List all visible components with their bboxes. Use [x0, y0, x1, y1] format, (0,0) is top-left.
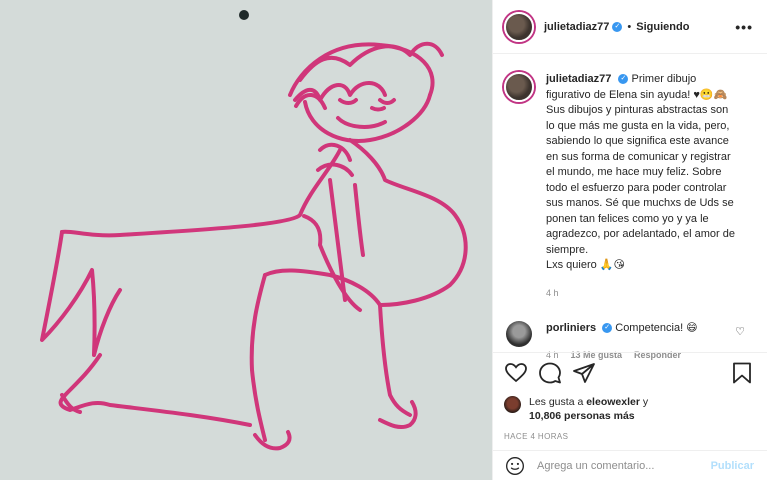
likes-text: Les gusta a eleowexler y 10,806 personas…	[529, 395, 648, 423]
caption-text: Primer dibujo	[631, 73, 697, 85]
verified-badge-icon: ✓	[618, 74, 629, 85]
caption-text: Lxs quiero 🙏😘	[546, 259, 625, 271]
avatar[interactable]	[504, 396, 521, 413]
heart-icon[interactable]	[504, 361, 528, 385]
likes-prefix: Les gusta a	[529, 396, 587, 408]
caption-text: ponen tan felices como yo y ya le	[546, 212, 709, 225]
caption-text: en sus forma de comunicar y registrar	[546, 150, 731, 163]
publish-button[interactable]: Publicar	[711, 460, 754, 472]
caption-text: lo que más me gusta en la vida, pero,	[546, 119, 730, 132]
verified-badge-icon: ✓	[612, 21, 623, 32]
comment-text: Competencia! 😄	[615, 322, 698, 334]
username-link[interactable]: julietadiaz77	[544, 21, 609, 33]
likes-middle: y	[639, 396, 649, 408]
comment-icon[interactable]	[538, 361, 562, 385]
post-sidebar: julietadiaz77 ✓ • Siguiendo ••• julietad…	[492, 0, 767, 480]
caption-text: el mundo, me hace muy feliz. Sobre	[546, 166, 722, 178]
likes-summary: Les gusta a eleowexler y 10,806 personas…	[504, 395, 754, 423]
avatar[interactable]	[506, 321, 532, 347]
separator-dot: •	[627, 20, 632, 33]
caption-timestamp: 4 h	[546, 287, 559, 298]
caption-text: figurativo de Elena sin ayuda! ♥😬🙈	[546, 88, 728, 101]
avatar[interactable]	[504, 11, 534, 42]
caption-username-link[interactable]: julietadiaz77	[546, 73, 611, 85]
emoji-icon[interactable]	[505, 456, 525, 476]
likes-count-link[interactable]: 10,806 personas más	[529, 410, 635, 422]
comment-input[interactable]	[537, 459, 711, 472]
bookmark-icon[interactable]	[730, 361, 754, 385]
child-drawing	[40, 10, 468, 451]
avatar[interactable]	[504, 72, 534, 102]
caption-text: Sus dibujos y pinturas abstractas son	[546, 104, 729, 116]
add-comment-bar: Publicar	[493, 450, 767, 480]
caption-body: julietadiaz77 ✓ Primer dibujo figurativo …	[546, 72, 753, 301]
post-image[interactable]	[0, 0, 492, 480]
caption: julietadiaz77 ✓ Primer dibujo figurativo …	[493, 54, 767, 301]
comment-like-heart-icon[interactable]: ♡	[735, 325, 745, 338]
caption-text: sus manos. Sé que muchxs de Uds se	[546, 197, 734, 209]
caption-text: sabiendo lo que significa este avance	[546, 135, 729, 147]
more-horizontal-icon[interactable]: •••	[735, 19, 753, 35]
post-header: julietadiaz77 ✓ • Siguiendo •••	[493, 0, 767, 54]
comment-username-link[interactable]: porliniers	[546, 322, 596, 334]
post-actions: Les gusta a eleowexler y 10,806 personas…	[493, 352, 767, 441]
caption-text: todo el esfuerzo para poder controlar	[546, 181, 727, 194]
caption-text: agradezco, por adelantado, el amor de	[546, 228, 735, 240]
liker-username-link[interactable]: eleowexler	[586, 396, 640, 408]
caption-text: siempre.	[546, 243, 589, 256]
action-bar	[504, 361, 754, 385]
share-icon[interactable]	[572, 361, 596, 385]
verified-badge-icon: ✓	[602, 323, 613, 334]
post-timestamp: HACE 4 HORAS	[504, 432, 569, 441]
follow-button[interactable]: Siguiendo	[636, 21, 689, 33]
